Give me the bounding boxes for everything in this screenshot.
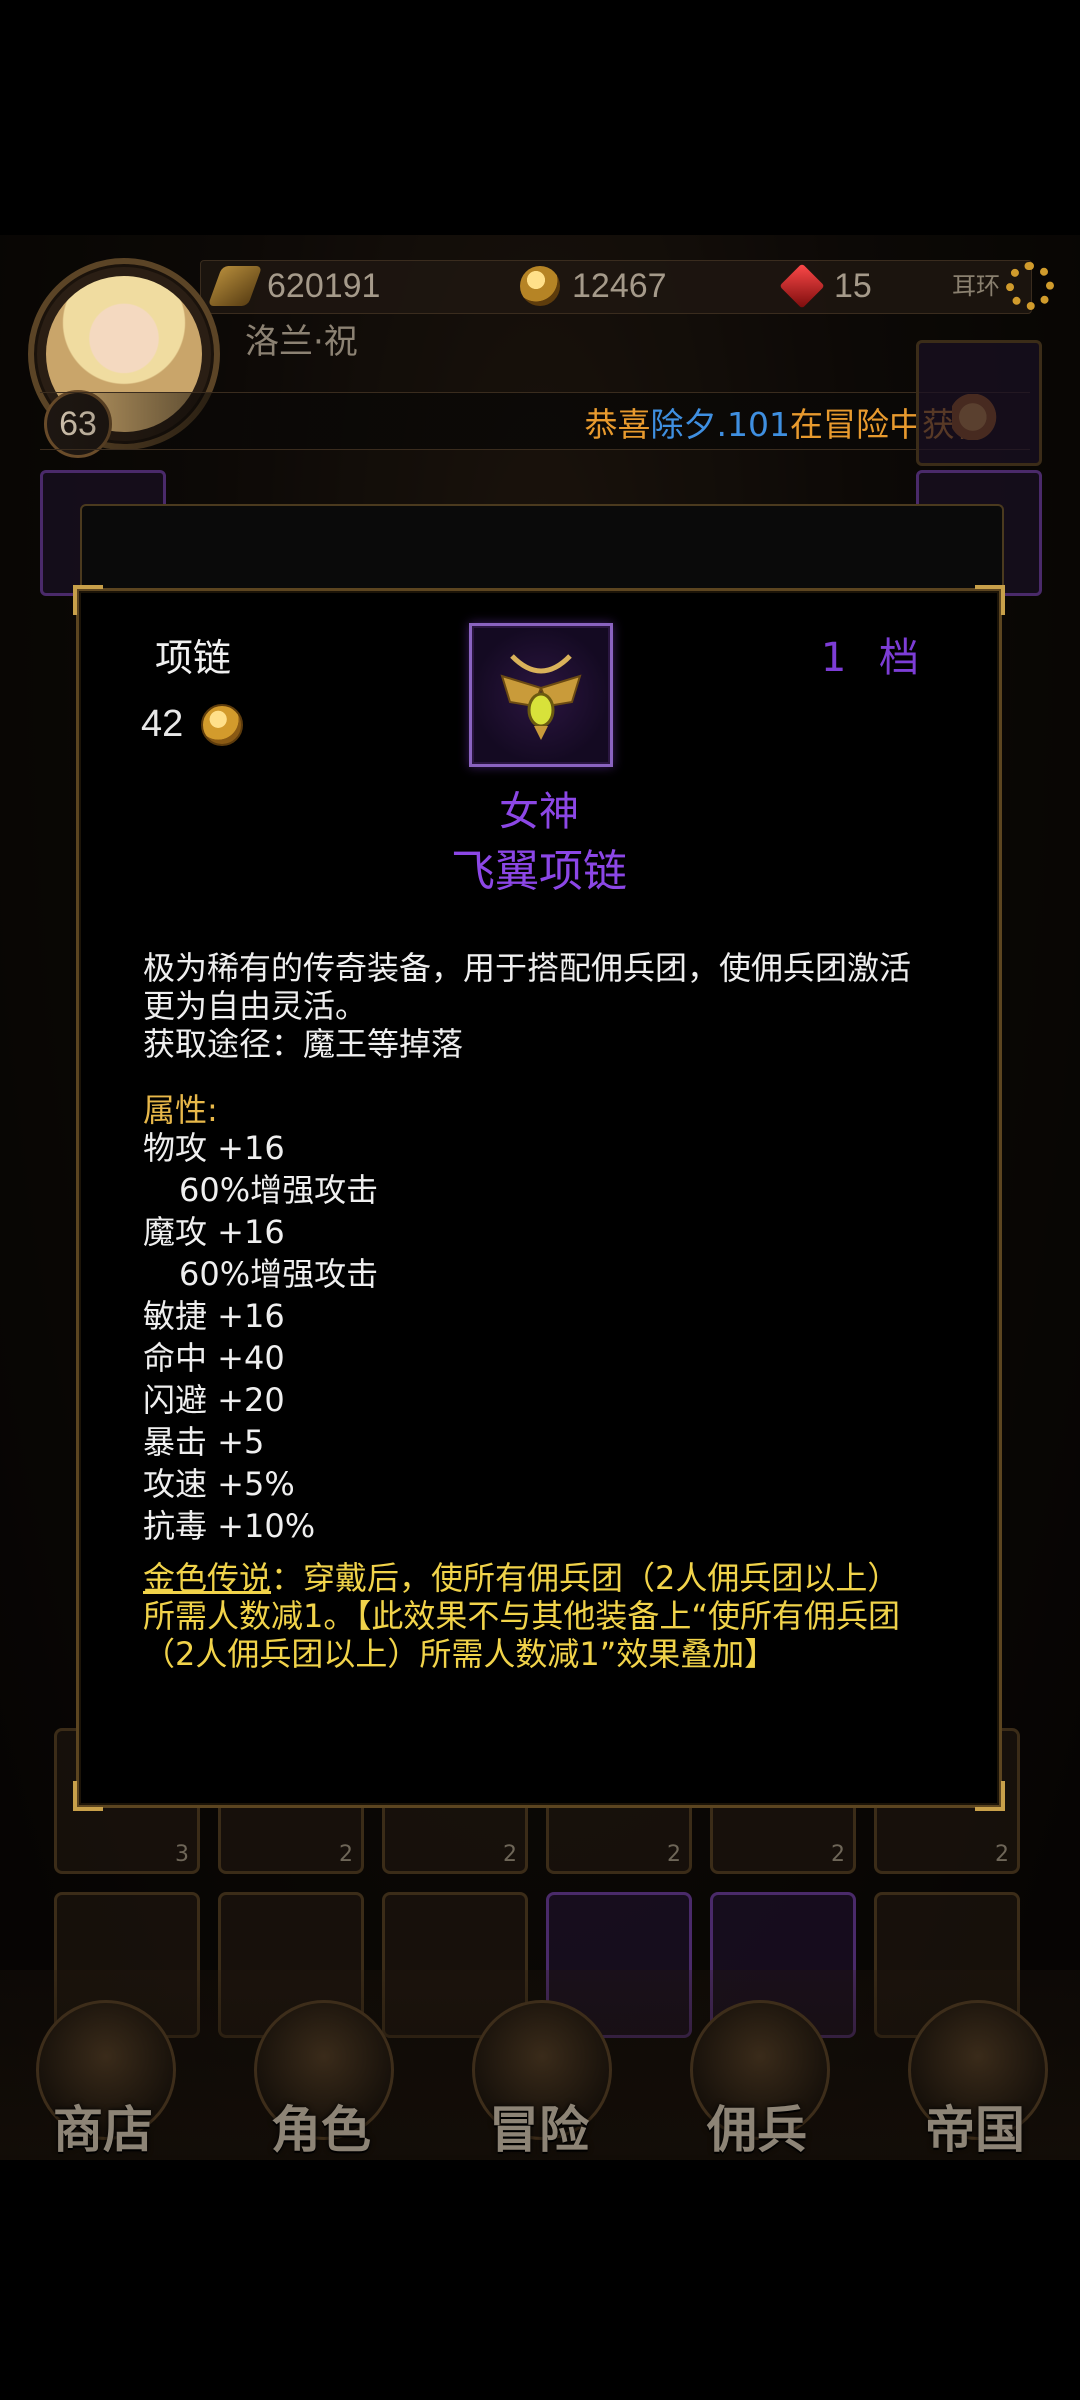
necklace-icon <box>469 623 613 767</box>
frame-corner <box>975 585 1005 615</box>
nav-label: 商店 <box>53 2100 153 2159</box>
attribute-row: 暴击 +5 <box>143 1423 265 1461</box>
legend-text: （2人佣兵团以上）所需人数减1”效果叠加】 <box>143 1635 777 1673</box>
nav-label: 帝国 <box>925 2100 1025 2159</box>
frame-corner <box>73 585 103 615</box>
card-count: 2 <box>339 1842 353 1867</box>
gear-icon[interactable] <box>1006 262 1054 310</box>
legendary-label[interactable]: 金色传说 <box>143 1559 271 1597</box>
gold-value: 12467 <box>572 266 667 305</box>
item-tier: 1 档 <box>820 635 929 681</box>
attribute-row: 攻速 +5% <box>143 1465 295 1503</box>
wings-icon <box>207 266 263 306</box>
frame-corner <box>73 1781 103 1811</box>
gold-stat: 12467 <box>520 262 667 310</box>
card-count: 3 <box>175 1842 189 1867</box>
nav-character[interactable]: 角色 <box>246 1990 396 2160</box>
item-type: 项链 <box>155 636 232 680</box>
desc-line: 更为自由灵活。 <box>143 987 368 1025</box>
legendary-effect: 金色传说：穿戴后，使所有佣兵团（2人佣兵团以上） 所需人数减1。【此效果不与其他… <box>143 1559 943 1673</box>
acquire-line: 获取途径：魔王等掉落 <box>143 1025 464 1063</box>
broadcast-prefix: 恭喜 <box>584 405 651 444</box>
nav-label: 佣兵 <box>707 2100 807 2159</box>
attribute-row: 闪避 +20 <box>143 1381 285 1419</box>
earring-slot-label: 耳环 <box>952 272 1000 300</box>
desc-line: 极为稀有的传奇装备，用于搭配佣兵团，使佣兵团激活 <box>143 949 912 987</box>
card-count: 2 <box>831 1842 845 1867</box>
attribute-row: 物攻 +16 <box>143 1129 285 1167</box>
frame-corner <box>975 1781 1005 1811</box>
nav-empire[interactable]: 帝国 <box>900 1990 1050 2160</box>
attributes-list: 物攻 +16 60%增强攻击 魔攻 +16 60%增强攻击 敏捷 +16 命中 … <box>143 1127 378 1547</box>
player-name: 洛兰·祝 <box>245 322 358 362</box>
card-count: 2 <box>667 1842 681 1867</box>
attribute-row: 抗毒 +10% <box>143 1507 316 1545</box>
legend-text: 所需人数减1。【此效果不与其他装备上“使所有佣兵团 <box>143 1597 900 1635</box>
red-gem-icon <box>779 263 825 309</box>
item-name: 飞翼项链 <box>451 846 627 897</box>
nav-mercenary[interactable]: 佣兵 <box>682 1990 832 2160</box>
broadcast-player[interactable]: 除夕.101 <box>651 398 790 446</box>
attribute-subrow: 60%增强攻击 <box>179 1255 379 1293</box>
gem-value: 15 <box>834 266 872 305</box>
legend-text: ：穿戴后，使所有佣兵团（2人佣兵团以上） <box>271 1559 900 1597</box>
attribute-row: 敏捷 +16 <box>143 1297 285 1335</box>
gold-coin-icon <box>201 703 244 746</box>
nav-adventure[interactable]: 冒险 <box>464 1990 614 2160</box>
price-value: 42 <box>141 703 184 745</box>
nav-label: 冒险 <box>489 2100 589 2159</box>
gem-stat: 15 <box>779 262 872 310</box>
nav-label: 角色 <box>271 2100 371 2159</box>
attribute-row: 命中 +40 <box>143 1339 285 1377</box>
item-detail-modal: 项链 42 1 档 女神 飞翼项链 极为稀有的传奇装备，用于搭配佣兵团，使佣兵团… <box>73 585 1005 1811</box>
attribute-row: 魔攻 +16 <box>143 1213 285 1251</box>
attributes-title: 属性: <box>143 1091 218 1129</box>
nav-shop[interactable]: 商店 <box>28 1990 178 2160</box>
attribute-subrow: 60%增强攻击 <box>179 1171 379 1209</box>
exp-value: 620191 <box>267 266 381 305</box>
card-count: 2 <box>503 1842 517 1867</box>
item-name-prefix: 女神 <box>499 789 579 835</box>
item-price: 42 <box>141 703 244 746</box>
exp-stat: 620191 <box>207 262 381 310</box>
card-count: 2 <box>995 1842 1009 1867</box>
equip-slot[interactable] <box>916 340 1042 466</box>
item-description: 极为稀有的传奇装备，用于搭配佣兵团，使佣兵团激活 更为自由灵活。 获取途径：魔王… <box>143 949 943 1063</box>
gold-coin-icon <box>520 266 560 306</box>
